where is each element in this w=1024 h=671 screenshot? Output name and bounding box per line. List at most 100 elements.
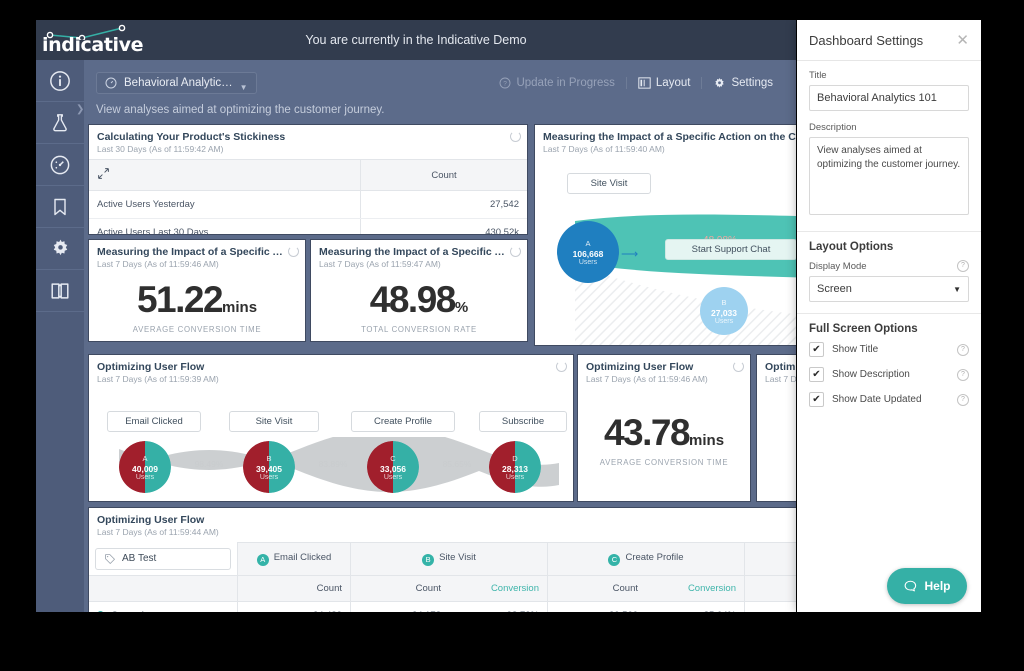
show-date-updated-row[interactable]: ✔ Show Date Updated ? bbox=[809, 392, 969, 407]
funnel-step-2[interactable]: Start Support Chat bbox=[665, 239, 796, 260]
node-unit: Users bbox=[714, 317, 734, 325]
sidebar-item-info[interactable] bbox=[36, 60, 84, 102]
widget-title: Measuring the Impact of a Specific Actio… bbox=[97, 246, 297, 258]
widget-stickiness[interactable]: Calculating Your Product's Stickiness La… bbox=[88, 124, 528, 235]
help-question-icon[interactable]: ? bbox=[957, 260, 969, 272]
group-header-site-visit: B Site Visit bbox=[350, 542, 548, 576]
chat-bubble-icon bbox=[905, 580, 917, 591]
widget-subtitle: Last 7 Days (As of 11:59:40 AM) bbox=[543, 144, 665, 154]
metric-unit: mins bbox=[222, 299, 258, 316]
dashboard-title-input[interactable] bbox=[809, 85, 969, 111]
widget-subtitle: Last 7 Days (As of 11:59:47 AM) bbox=[319, 259, 441, 269]
flow-node-c[interactable]: C 33,056 Users bbox=[367, 441, 419, 493]
metric-unit: mins bbox=[689, 431, 725, 449]
dashboard-description-textarea[interactable] bbox=[809, 137, 969, 215]
show-title-label: Show Title bbox=[832, 344, 879, 355]
sidebar-item-dashboards[interactable] bbox=[36, 144, 84, 186]
flow-step-4[interactable]: Subscribe bbox=[479, 411, 567, 432]
user-flow-canvas: Email Clicked Site Visit Create Profile … bbox=[89, 389, 573, 499]
settings-button[interactable]: Settings bbox=[702, 77, 784, 90]
show-title-row[interactable]: ✔ Show Title ? bbox=[809, 342, 969, 357]
help-button[interactable]: Help bbox=[887, 568, 967, 604]
layout-button[interactable]: Layout bbox=[627, 77, 703, 89]
help-question-icon[interactable]: ? bbox=[957, 368, 969, 381]
full-screen-options-section: Full Screen Options ✔ Show Title ? ✔ Sho… bbox=[797, 314, 981, 428]
node-letter: A bbox=[585, 238, 591, 248]
node-value: 106,668 bbox=[572, 248, 604, 259]
show-description-checkbox[interactable]: ✔ bbox=[809, 367, 824, 382]
funnel-node-b[interactable]: B 27,033 Users bbox=[700, 287, 748, 335]
cell-count: 20,560 bbox=[547, 601, 646, 612]
widget-header: Optimizing User Flow Last 7 Days (As of … bbox=[89, 508, 796, 542]
expand-header-cell[interactable] bbox=[89, 159, 361, 191]
widget-header: Measuring the Impact of a Specific Actio… bbox=[311, 240, 527, 274]
row-count: 430.52k bbox=[360, 218, 527, 234]
brand-logo[interactable]: indicative bbox=[36, 20, 144, 60]
show-date-updated-checkbox[interactable]: ✔ bbox=[809, 392, 824, 407]
ab-test-table: AB Test A Email Clicked B Site Visit C Crea… bbox=[89, 542, 796, 612]
arrow-right-icon: ⟶ bbox=[621, 247, 639, 261]
widget-subtitle: Last 30 Days (As of 11:59:42 AM) bbox=[97, 144, 224, 154]
close-icon[interactable]: ✕ bbox=[956, 33, 969, 48]
table-row[interactable]: Active Users Last 30 Days 430.52k bbox=[89, 218, 527, 234]
group-header-label: Create Profile bbox=[625, 552, 684, 563]
refresh-icon[interactable] bbox=[556, 361, 567, 372]
show-title-checkbox[interactable]: ✔ bbox=[809, 342, 824, 357]
metric-value: 43.78 bbox=[603, 411, 691, 453]
sidebar-item-experiments[interactable] bbox=[36, 102, 84, 144]
cell-count: 17,689 bbox=[744, 601, 796, 612]
dashboard-settings-panel: Dashboard Settings ✕ Title Description L… bbox=[797, 20, 981, 612]
sidebar-item-saved[interactable] bbox=[36, 186, 84, 228]
widget-user-flow[interactable]: Optimizing User Flow Last 7 Days (As of … bbox=[88, 354, 574, 502]
stickiness-table: Count Active Users Yesterday 27,542 Acti… bbox=[89, 159, 527, 234]
funnel-node-a[interactable]: A 106,668 Users bbox=[557, 221, 619, 283]
flow-step-2[interactable]: Site Visit bbox=[229, 411, 319, 432]
widget-title: Optimizing User Flow bbox=[97, 514, 205, 526]
refresh-icon[interactable] bbox=[510, 131, 521, 142]
node-unit: Users bbox=[259, 473, 279, 481]
widget-total-conversion-rate[interactable]: Measuring the Impact of a Specific Actio… bbox=[310, 239, 528, 342]
ab-test-tag[interactable]: AB Test bbox=[95, 547, 231, 570]
sidebar-item-settings[interactable] bbox=[36, 228, 84, 270]
flow-node-a[interactable]: A 40,009 Users bbox=[119, 441, 171, 493]
widget-ab-test[interactable]: Optimizing User Flow Last 7 Days (As of … bbox=[88, 507, 796, 612]
count-header-cell: Count bbox=[360, 159, 527, 191]
refresh-icon[interactable] bbox=[288, 246, 299, 257]
dashboard-selector[interactable]: Behavioral Analytic… ▼ bbox=[96, 72, 257, 94]
widget-impact-funnel[interactable]: Measuring the Impact of a Specific Actio… bbox=[534, 124, 796, 346]
table-row[interactable]: Group A 24,489 24,178 98.73% 20,560 85.0… bbox=[89, 601, 796, 612]
refresh-icon[interactable] bbox=[733, 361, 744, 372]
brand-name: indicative bbox=[42, 34, 144, 56]
table-row[interactable]: Active Users Yesterday 27,542 bbox=[89, 190, 527, 219]
widget-flow-partial[interactable]: Optimizing User Flow Last 7 Days bbox=[756, 354, 796, 502]
node-value: 40,009 bbox=[132, 463, 158, 474]
help-question-icon[interactable]: ? bbox=[957, 393, 969, 406]
flow-step-1[interactable]: Email Clicked bbox=[107, 411, 201, 432]
widget-title: Optimizing User Flow bbox=[97, 361, 205, 373]
display-mode-select[interactable]: Screen ▼ bbox=[809, 276, 969, 302]
subheader-count-2: Count bbox=[350, 574, 449, 602]
sidebar-item-docs[interactable] bbox=[36, 270, 84, 312]
ab-test-tag-cell[interactable]: AB Test bbox=[89, 542, 238, 575]
flow-step-3[interactable]: Create Profile bbox=[351, 411, 455, 432]
show-description-row[interactable]: ✔ Show Description ? bbox=[809, 367, 969, 382]
flow-node-d[interactable]: D 28,313 Users bbox=[489, 441, 541, 493]
widget-title: Measuring the Impact of a Specific Actio… bbox=[319, 246, 519, 258]
funnel-step-1[interactable]: Site Visit bbox=[567, 173, 651, 194]
flow-node-b[interactable]: B 39,405 Users bbox=[243, 441, 295, 493]
refresh-icon[interactable] bbox=[510, 246, 521, 257]
node-letter: B bbox=[721, 297, 727, 307]
widget-avg-conversion-time[interactable]: Measuring the Impact of a Specific Actio… bbox=[88, 239, 306, 342]
widget-header: Calculating Your Product's Stickiness La… bbox=[89, 125, 527, 159]
gear-icon bbox=[715, 77, 725, 88]
row-label: Active Users Yesterday bbox=[89, 190, 361, 219]
app-window: indicative You are currently in the Indi… bbox=[36, 20, 796, 612]
widget-flow-avg-time[interactable]: Optimizing User Flow Last 7 Days (As of … bbox=[577, 354, 751, 502]
layout-icon bbox=[638, 77, 651, 89]
help-question-icon[interactable]: ? bbox=[957, 343, 969, 356]
subheader-count-4: Count bbox=[744, 574, 796, 602]
flow-conversion-3: 85.65% bbox=[442, 459, 472, 469]
title-field-section: Title bbox=[797, 61, 981, 113]
group-header-email-clicked: A Email Clicked bbox=[237, 542, 351, 576]
flow-conversion-1: 98.49% bbox=[194, 459, 224, 469]
